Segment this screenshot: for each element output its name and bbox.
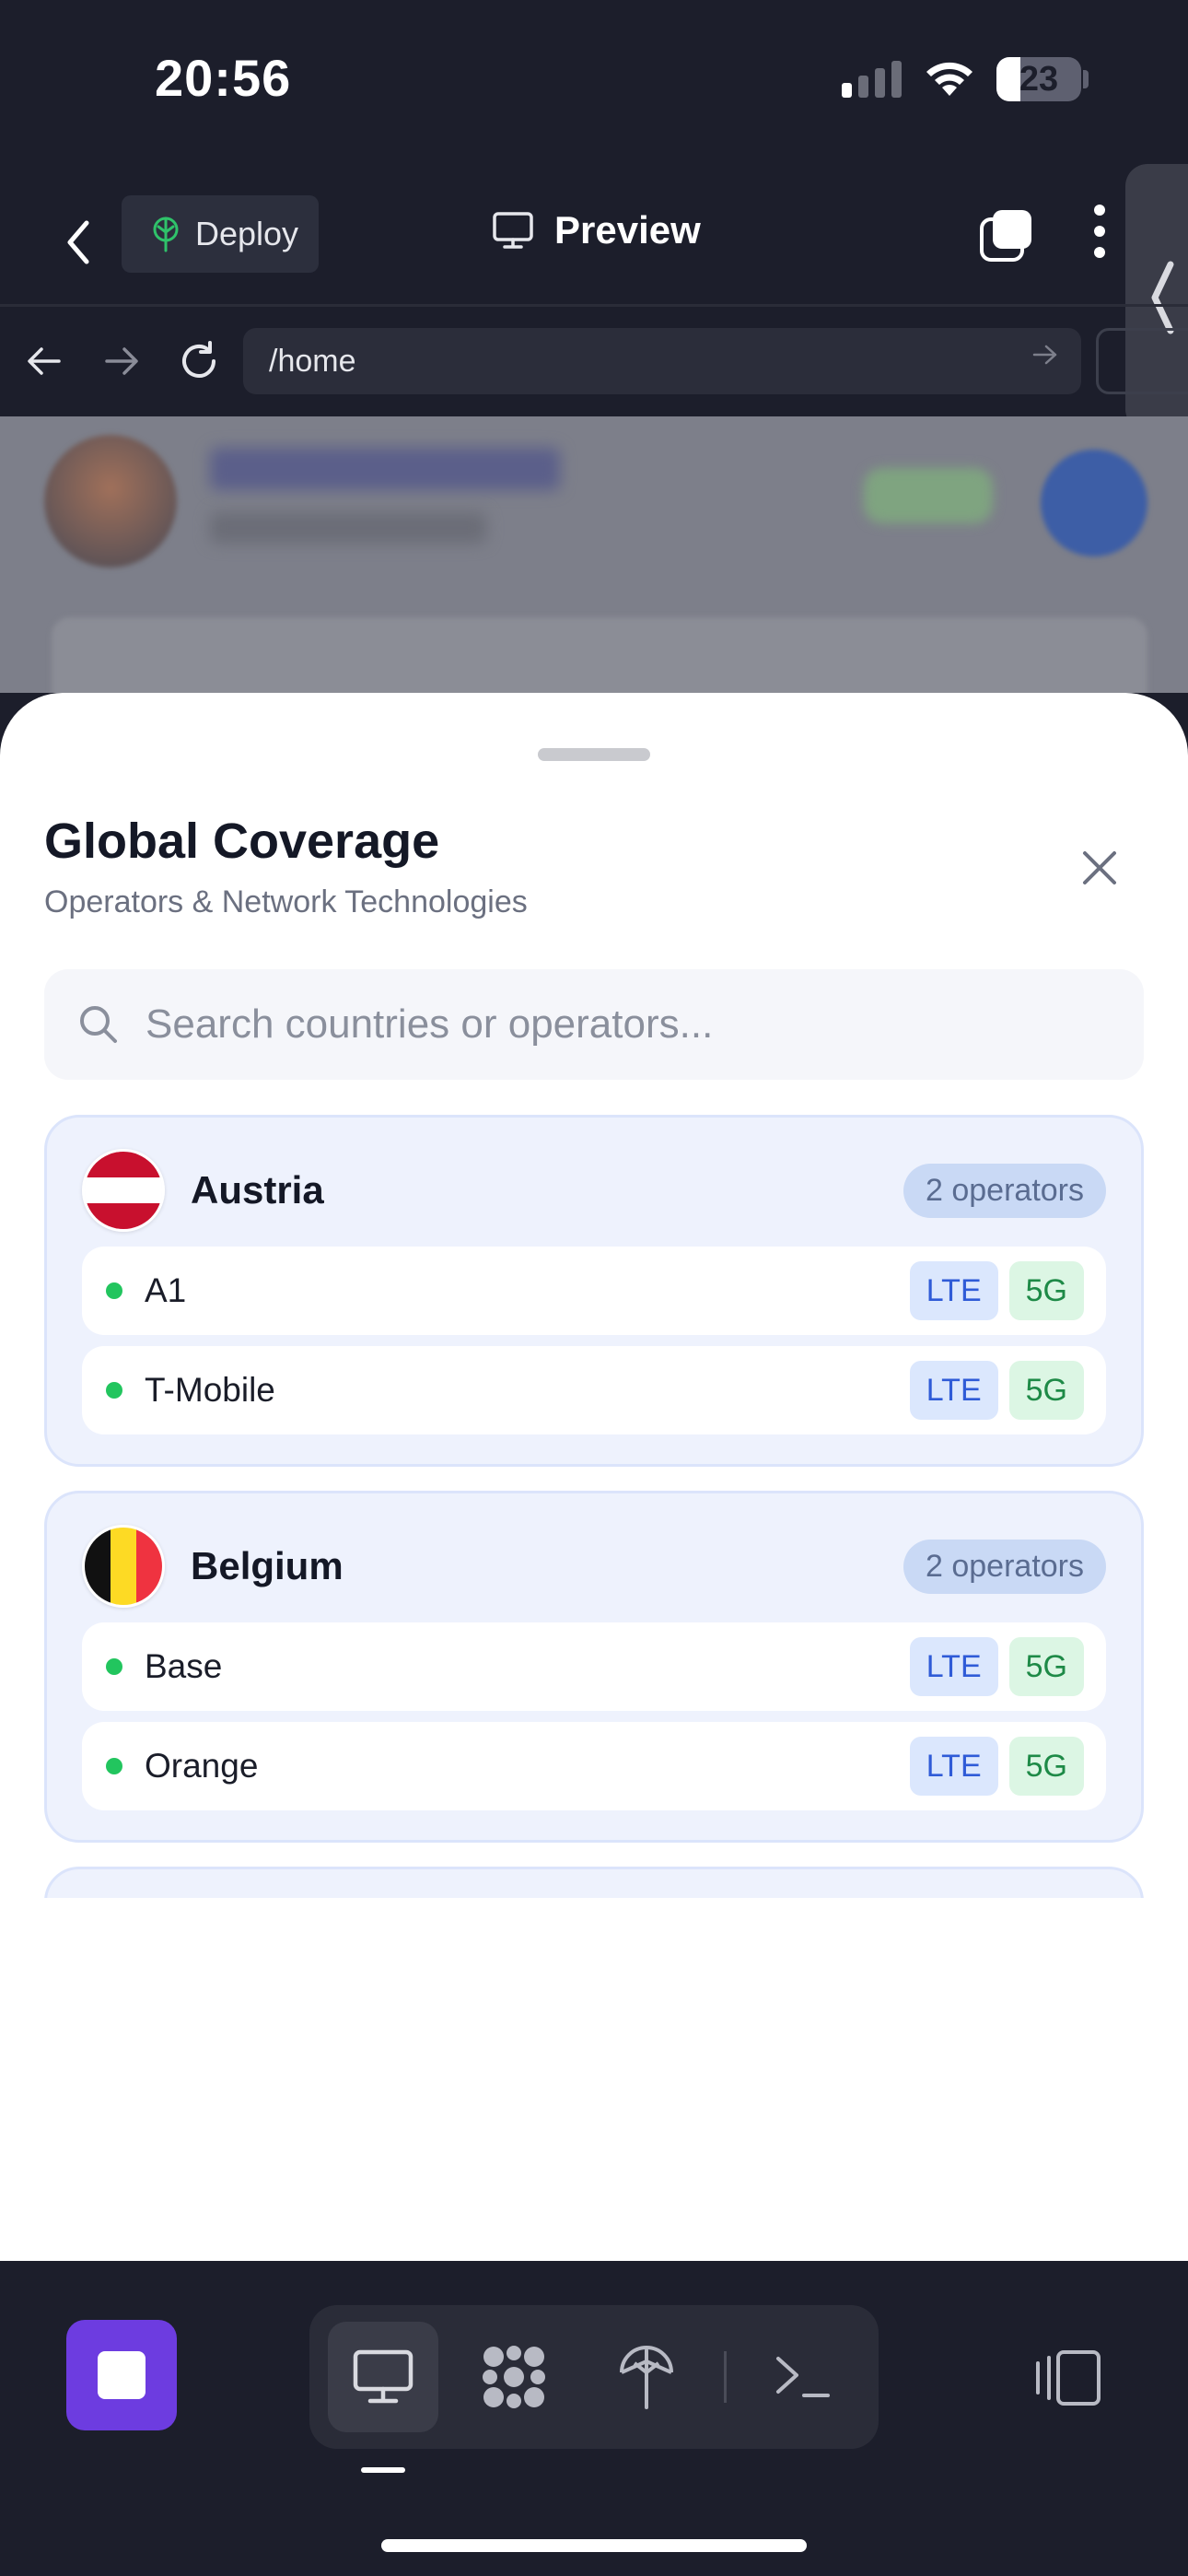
country-list[interactable]: Austria 2 operators A1 LTE 5G T-Mobile LTE 5G Be… bbox=[44, 1115, 1144, 1898]
search-icon bbox=[80, 1006, 117, 1043]
modules-tool[interactable] bbox=[459, 2322, 569, 2432]
browser-extra-button[interactable] bbox=[1096, 328, 1188, 394]
toolbar-separator bbox=[724, 2351, 727, 2403]
deploy-tool[interactable] bbox=[591, 2322, 702, 2432]
country-name: Austria bbox=[191, 1168, 324, 1212]
go-arrow-icon[interactable] bbox=[1031, 343, 1059, 367]
operator-count-badge: 2 operators bbox=[903, 1163, 1106, 1218]
country-card[interactable]: Belgium 2 operators Base LTE 5G Orange LTE 5G bbox=[44, 1491, 1144, 1843]
back-button[interactable] bbox=[55, 210, 101, 275]
country-flag-icon bbox=[82, 1149, 165, 1232]
wifi-icon bbox=[926, 62, 973, 96]
tabs-icon[interactable] bbox=[976, 206, 1035, 265]
blurred-card bbox=[52, 617, 1147, 693]
status-dot bbox=[106, 1758, 122, 1774]
stop-button[interactable] bbox=[66, 2320, 177, 2430]
lte-tag: LTE bbox=[909, 1261, 998, 1320]
header-divider bbox=[0, 304, 1188, 307]
country-header[interactable]: Austria 2 operators bbox=[82, 1149, 1106, 1232]
monitor-icon bbox=[493, 212, 533, 249]
5g-tag: 5G bbox=[1008, 1637, 1084, 1696]
lte-tag: LTE bbox=[909, 1361, 998, 1420]
lte-tag: LTE bbox=[909, 1637, 998, 1696]
battery-tip bbox=[1083, 70, 1089, 88]
url-text: /home bbox=[269, 343, 356, 379]
operator-name: T-Mobile bbox=[145, 1371, 275, 1409]
sheet-grabber[interactable] bbox=[538, 748, 650, 761]
search-input[interactable] bbox=[146, 1001, 1066, 1048]
browser-forward-button[interactable] bbox=[96, 335, 147, 387]
search-bar bbox=[44, 969, 1144, 1080]
cellular-signal-icon bbox=[842, 61, 902, 98]
blurred-badge bbox=[864, 468, 993, 523]
status-dot bbox=[106, 1658, 122, 1675]
country-card[interactable]: Austria 2 operators A1 LTE 5G T-Mobile LTE 5G bbox=[44, 1115, 1144, 1467]
preview-label: Preview bbox=[554, 208, 701, 252]
deploy-button[interactable]: Deploy bbox=[122, 195, 319, 273]
battery-percent: 23 bbox=[1019, 60, 1059, 99]
operator-row[interactable]: Orange LTE 5G bbox=[82, 1722, 1106, 1810]
status-bar: 20:56 23 bbox=[0, 0, 1188, 157]
deploy-label: Deploy bbox=[195, 215, 299, 252]
blurred-action-button bbox=[1041, 450, 1147, 556]
close-icon bbox=[1083, 851, 1116, 884]
operator-row[interactable]: T-Mobile LTE 5G bbox=[82, 1346, 1106, 1434]
operator-row[interactable]: A1 LTE 5G bbox=[82, 1247, 1106, 1335]
reload-button[interactable] bbox=[173, 335, 225, 387]
desktop-preview-tool[interactable] bbox=[328, 2322, 438, 2432]
operator-count-badge: 2 operators bbox=[903, 1539, 1106, 1594]
url-field[interactable]: /home bbox=[243, 328, 1081, 394]
operator-name: Base bbox=[145, 1647, 223, 1685]
browser-back-button[interactable] bbox=[18, 335, 70, 387]
country-header[interactable]: Belgium 2 operators bbox=[82, 1525, 1106, 1608]
5g-tag: 5G bbox=[1008, 1261, 1084, 1320]
deploy-globe-icon bbox=[620, 2346, 673, 2409]
battery-icon: 23 bbox=[996, 57, 1081, 101]
sheet-title: Global Coverage bbox=[44, 814, 440, 869]
country-name: Belgium bbox=[191, 1544, 344, 1587]
desktop-preview-icon bbox=[353, 2349, 413, 2404]
avatar bbox=[44, 435, 177, 568]
tool-group bbox=[309, 2305, 879, 2449]
terminal-icon bbox=[776, 2357, 830, 2397]
arrow-left-icon bbox=[28, 347, 61, 375]
arrow-right-icon bbox=[105, 347, 138, 375]
coverage-sheet: Global Coverage Operators & Network Tech… bbox=[0, 693, 1188, 2261]
reload-icon bbox=[182, 341, 215, 378]
app-root: 20:56 23 Deploy Preview /home Global Cov… bbox=[0, 0, 1188, 2576]
operator-name: Orange bbox=[145, 1747, 259, 1785]
active-tool-indicator bbox=[361, 2467, 405, 2473]
operator-name: A1 bbox=[145, 1271, 187, 1309]
blurred-subtext bbox=[210, 512, 486, 544]
blurred-greeting bbox=[210, 448, 560, 490]
home-indicator bbox=[381, 2539, 807, 2552]
5g-tag: 5G bbox=[1008, 1361, 1084, 1420]
page-title: Preview bbox=[492, 208, 701, 252]
status-dot bbox=[106, 1282, 122, 1299]
lte-tag: LTE bbox=[909, 1737, 998, 1796]
globe-tree-icon bbox=[153, 217, 179, 252]
bottom-toolbar bbox=[0, 2261, 1188, 2576]
more-options-icon[interactable] bbox=[1094, 205, 1105, 258]
5g-tag: 5G bbox=[1008, 1737, 1084, 1796]
browser-bar: /home bbox=[0, 315, 1188, 407]
sheet-subtitle: Operators & Network Technologies bbox=[44, 884, 528, 919]
country-flag-icon bbox=[82, 1525, 165, 1608]
app-header: Deploy Preview bbox=[0, 184, 1188, 304]
country-card[interactable]: Bulgaria2 operatorsVivacomLTE5G bbox=[44, 1867, 1144, 1898]
stop-icon bbox=[98, 2351, 146, 2399]
operator-row[interactable]: Base LTE 5G bbox=[82, 1622, 1106, 1711]
close-button[interactable] bbox=[1072, 840, 1127, 896]
chevron-left-icon bbox=[67, 220, 89, 264]
device-rotate-button[interactable] bbox=[1026, 2336, 1109, 2419]
blurred-page-background bbox=[0, 416, 1188, 693]
status-time: 20:56 bbox=[155, 49, 292, 107]
status-dot bbox=[106, 1382, 122, 1399]
modules-icon bbox=[483, 2346, 545, 2408]
terminal-tool[interactable] bbox=[748, 2322, 858, 2432]
device-rotate-icon bbox=[1036, 2350, 1101, 2406]
